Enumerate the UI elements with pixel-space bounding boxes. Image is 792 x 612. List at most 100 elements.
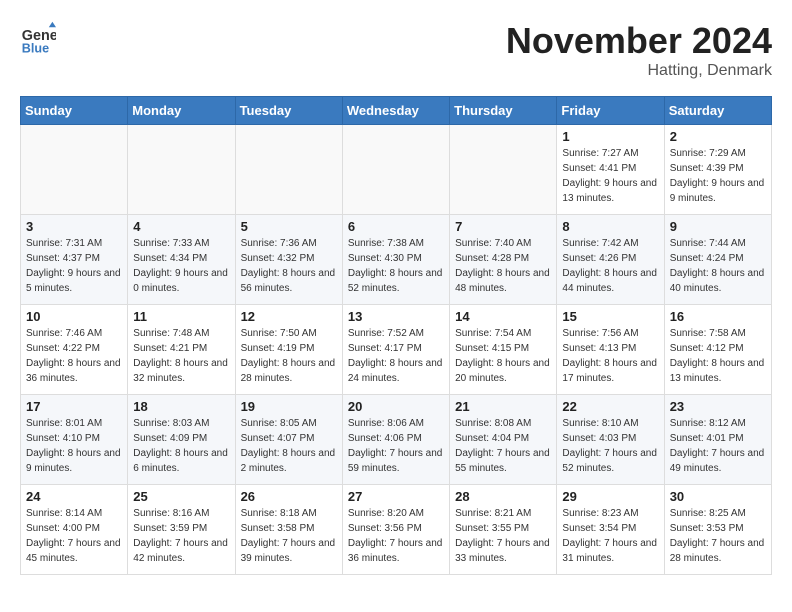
table-row: 3 Sunrise: 7:31 AMSunset: 4:37 PMDaylight… [21,215,128,305]
day-info: Sunrise: 8:01 AMSunset: 4:10 PMDaylight:… [26,416,122,476]
day-number: 21 [455,399,551,414]
day-number: 12 [241,309,337,324]
table-row: 21 Sunrise: 8:08 AMSunset: 4:04 PMDayligh… [450,395,557,485]
day-info: Sunrise: 8:08 AMSunset: 4:04 PMDaylight:… [455,416,551,476]
day-info: Sunrise: 8:12 AMSunset: 4:01 PMDaylight:… [670,416,766,476]
day-number: 22 [562,399,658,414]
week-row-2: 3 Sunrise: 7:31 AMSunset: 4:37 PMDaylight… [21,215,772,305]
day-info: Sunrise: 8:03 AMSunset: 4:09 PMDaylight:… [133,416,229,476]
day-number: 20 [348,399,444,414]
calendar-table: Sunday Monday Tuesday Wednesday Thursday… [20,96,772,575]
day-number: 1 [562,129,658,144]
table-row: 28 Sunrise: 8:21 AMSunset: 3:55 PMDayligh… [450,485,557,575]
day-number: 7 [455,219,551,234]
table-row: 16 Sunrise: 7:58 AMSunset: 4:12 PMDayligh… [664,305,771,395]
table-row: 25 Sunrise: 8:16 AMSunset: 3:59 PMDayligh… [128,485,235,575]
day-number: 6 [348,219,444,234]
table-row: 13 Sunrise: 7:52 AMSunset: 4:17 PMDayligh… [342,305,449,395]
location: Hatting, Denmark [506,62,772,80]
day-info: Sunrise: 7:31 AMSunset: 4:37 PMDaylight:… [26,236,122,296]
table-row [128,125,235,215]
week-row-5: 24 Sunrise: 8:14 AMSunset: 4:00 PMDayligh… [21,485,772,575]
table-row: 24 Sunrise: 8:14 AMSunset: 4:00 PMDayligh… [21,485,128,575]
day-info: Sunrise: 8:14 AMSunset: 4:00 PMDaylight:… [26,506,122,566]
table-row: 18 Sunrise: 8:03 AMSunset: 4:09 PMDayligh… [128,395,235,485]
week-row-1: 1 Sunrise: 7:27 AMSunset: 4:41 PMDaylight… [21,125,772,215]
day-number: 25 [133,489,229,504]
col-monday: Monday [128,97,235,125]
day-number: 28 [455,489,551,504]
day-info: Sunrise: 8:25 AMSunset: 3:53 PMDaylight:… [670,506,766,566]
day-info: Sunrise: 7:44 AMSunset: 4:24 PMDaylight:… [670,236,766,296]
table-row: 19 Sunrise: 8:05 AMSunset: 4:07 PMDayligh… [235,395,342,485]
day-number: 9 [670,219,766,234]
day-info: Sunrise: 7:52 AMSunset: 4:17 PMDaylight:… [348,326,444,386]
day-info: Sunrise: 7:48 AMSunset: 4:21 PMDaylight:… [133,326,229,386]
day-number: 29 [562,489,658,504]
table-row: 1 Sunrise: 7:27 AMSunset: 4:41 PMDaylight… [557,125,664,215]
day-number: 24 [26,489,122,504]
day-number: 27 [348,489,444,504]
day-info: Sunrise: 8:21 AMSunset: 3:55 PMDaylight:… [455,506,551,566]
table-row [21,125,128,215]
table-row: 22 Sunrise: 8:10 AMSunset: 4:03 PMDayligh… [557,395,664,485]
logo-icon: General Blue [20,20,56,56]
col-wednesday: Wednesday [342,97,449,125]
col-sunday: Sunday [21,97,128,125]
day-info: Sunrise: 8:16 AMSunset: 3:59 PMDaylight:… [133,506,229,566]
day-info: Sunrise: 7:46 AMSunset: 4:22 PMDaylight:… [26,326,122,386]
day-info: Sunrise: 8:06 AMSunset: 4:06 PMDaylight:… [348,416,444,476]
table-row: 27 Sunrise: 8:20 AMSunset: 3:56 PMDayligh… [342,485,449,575]
day-info: Sunrise: 7:42 AMSunset: 4:26 PMDaylight:… [562,236,658,296]
day-info: Sunrise: 7:50 AMSunset: 4:19 PMDaylight:… [241,326,337,386]
month-title: November 2024 [506,20,772,62]
logo: General Blue [20,20,56,56]
table-row [235,125,342,215]
table-row: 8 Sunrise: 7:42 AMSunset: 4:26 PMDaylight… [557,215,664,305]
table-row: 23 Sunrise: 8:12 AMSunset: 4:01 PMDayligh… [664,395,771,485]
day-number: 11 [133,309,229,324]
day-info: Sunrise: 7:54 AMSunset: 4:15 PMDaylight:… [455,326,551,386]
day-info: Sunrise: 7:40 AMSunset: 4:28 PMDaylight:… [455,236,551,296]
table-row: 17 Sunrise: 8:01 AMSunset: 4:10 PMDayligh… [21,395,128,485]
day-number: 30 [670,489,766,504]
day-number: 19 [241,399,337,414]
day-info: Sunrise: 7:27 AMSunset: 4:41 PMDaylight:… [562,146,658,206]
day-info: Sunrise: 7:58 AMSunset: 4:12 PMDaylight:… [670,326,766,386]
table-row: 11 Sunrise: 7:48 AMSunset: 4:21 PMDayligh… [128,305,235,395]
table-row: 10 Sunrise: 7:46 AMSunset: 4:22 PMDayligh… [21,305,128,395]
col-thursday: Thursday [450,97,557,125]
week-row-3: 10 Sunrise: 7:46 AMSunset: 4:22 PMDayligh… [21,305,772,395]
table-row [450,125,557,215]
day-number: 2 [670,129,766,144]
day-info: Sunrise: 8:20 AMSunset: 3:56 PMDaylight:… [348,506,444,566]
col-tuesday: Tuesday [235,97,342,125]
week-row-4: 17 Sunrise: 8:01 AMSunset: 4:10 PMDayligh… [21,395,772,485]
table-row: 26Sunrise: 8:18 AMSunset: 3:58 PMDayligh… [235,485,342,575]
day-info: Sunrise: 7:29 AMSunset: 4:39 PMDaylight:… [670,146,766,206]
day-info: Sunrise: 7:36 AMSunset: 4:32 PMDaylight:… [241,236,337,296]
day-number: 15 [562,309,658,324]
table-row: 5 Sunrise: 7:36 AMSunset: 4:32 PMDaylight… [235,215,342,305]
day-info: Sunrise: 7:56 AMSunset: 4:13 PMDaylight:… [562,326,658,386]
day-number: 18 [133,399,229,414]
table-row: 6Sunrise: 7:38 AMSunset: 4:30 PMDaylight… [342,215,449,305]
day-info: Sunrise: 8:18 AMSunset: 3:58 PMDaylight:… [241,506,337,566]
day-number: 13 [348,309,444,324]
table-row: 2 Sunrise: 7:29 AMSunset: 4:39 PMDaylight… [664,125,771,215]
table-row: 4Sunrise: 7:33 AMSunset: 4:34 PMDaylight… [128,215,235,305]
table-row: 15 Sunrise: 7:56 AMSunset: 4:13 PMDayligh… [557,305,664,395]
table-row: 12 Sunrise: 7:50 AMSunset: 4:19 PMDayligh… [235,305,342,395]
day-number: 17 [26,399,122,414]
day-number: 10 [26,309,122,324]
table-row: 20 Sunrise: 8:06 AMSunset: 4:06 PMDayligh… [342,395,449,485]
day-number: 23 [670,399,766,414]
day-number: 4 [133,219,229,234]
table-row: 30 Sunrise: 8:25 AMSunset: 3:53 PMDayligh… [664,485,771,575]
day-number: 5 [241,219,337,234]
day-info: Sunrise: 8:10 AMSunset: 4:03 PMDaylight:… [562,416,658,476]
day-number: 3 [26,219,122,234]
day-number: 16 [670,309,766,324]
day-info: Sunrise: 8:05 AMSunset: 4:07 PMDaylight:… [241,416,337,476]
day-number: 8 [562,219,658,234]
